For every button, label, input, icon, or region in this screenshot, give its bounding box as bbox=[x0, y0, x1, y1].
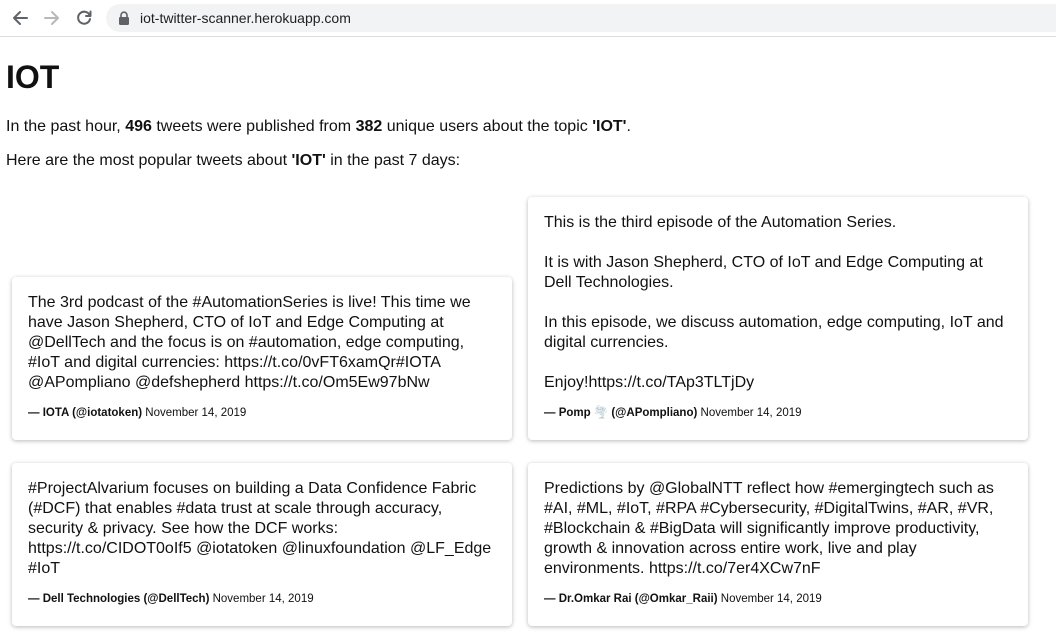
arrow-left-icon bbox=[13, 11, 28, 25]
forward-button[interactable] bbox=[40, 6, 64, 30]
tweet-author[interactable]: — Pomp 🌪️ (@APompliano) bbox=[544, 407, 697, 419]
tweet-card: #ProjectAlvarium focuses on building a D… bbox=[12, 463, 512, 626]
tweet-author[interactable]: — IOTA (@iotatoken) bbox=[28, 407, 142, 419]
stats-topic: 'IOT' bbox=[592, 118, 627, 135]
tweet-author[interactable]: — Dr.Omkar Rai (@Omkar_Raii) bbox=[544, 593, 718, 605]
stats-summary: In the past hour, 496 tweets were publis… bbox=[6, 117, 631, 137]
tweet-date: November 14, 2019 bbox=[700, 407, 802, 419]
url-text[interactable]: iot-twitter-scanner.herokuapp.com bbox=[140, 10, 351, 26]
back-button[interactable] bbox=[8, 6, 32, 30]
tweet-date: November 14, 2019 bbox=[145, 407, 247, 419]
browser-toolbar: iot-twitter-scanner.herokuapp.com bbox=[0, 0, 1056, 37]
tweet-card: This is the third episode of the Automat… bbox=[528, 197, 1028, 440]
intro-topic: 'IOT' bbox=[291, 152, 326, 169]
address-bar[interactable]: iot-twitter-scanner.herokuapp.com bbox=[106, 4, 1056, 32]
tweet-card: The 3rd podcast of the #AutomationSeries… bbox=[12, 277, 512, 440]
popular-intro: Here are the most popular tweets about '… bbox=[6, 151, 460, 171]
intro-suffix: in the past 7 days: bbox=[325, 152, 461, 169]
tweet-date: November 14, 2019 bbox=[212, 593, 314, 605]
tweet-meta: — IOTA (@iotatoken) November 14, 2019 bbox=[28, 406, 496, 420]
lock-icon bbox=[119, 11, 129, 25]
stats-middle2: unique users about the topic bbox=[382, 118, 593, 135]
reload-icon bbox=[77, 10, 92, 25]
tweet-meta: — Dr.Omkar Rai (@Omkar_Raii) November 14… bbox=[544, 592, 1012, 606]
tweet-text: This is the third episode of the Automat… bbox=[544, 214, 1004, 391]
tweet-author[interactable]: — Dell Technologies (@DellTech) bbox=[28, 593, 209, 605]
stats-prefix: In the past hour, bbox=[6, 118, 126, 135]
tweet-date: November 14, 2019 bbox=[720, 593, 822, 605]
page-title: IOT bbox=[6, 59, 60, 95]
tweet-text: #ProjectAlvarium focuses on building a D… bbox=[28, 480, 492, 577]
user-count: 382 bbox=[355, 118, 383, 135]
tweet-text: The 3rd podcast of the #AutomationSeries… bbox=[28, 294, 471, 391]
arrow-right-icon bbox=[44, 11, 59, 25]
tweet-count: 496 bbox=[125, 118, 152, 135]
stats-middle: tweets were published from bbox=[151, 118, 356, 135]
tweet-meta: — Pomp 🌪️ (@APompliano) November 14, 201… bbox=[544, 406, 1012, 420]
intro-prefix: Here are the most popular tweets about bbox=[6, 152, 292, 169]
tweet-meta: — Dell Technologies (@DellTech) November… bbox=[28, 592, 496, 606]
stats-suffix: . bbox=[626, 118, 631, 135]
tweet-text: Predictions by @GlobalNTT reflect how #e… bbox=[544, 480, 994, 577]
tweet-card: Predictions by @GlobalNTT reflect how #e… bbox=[528, 463, 1028, 626]
reload-button[interactable] bbox=[72, 6, 96, 30]
